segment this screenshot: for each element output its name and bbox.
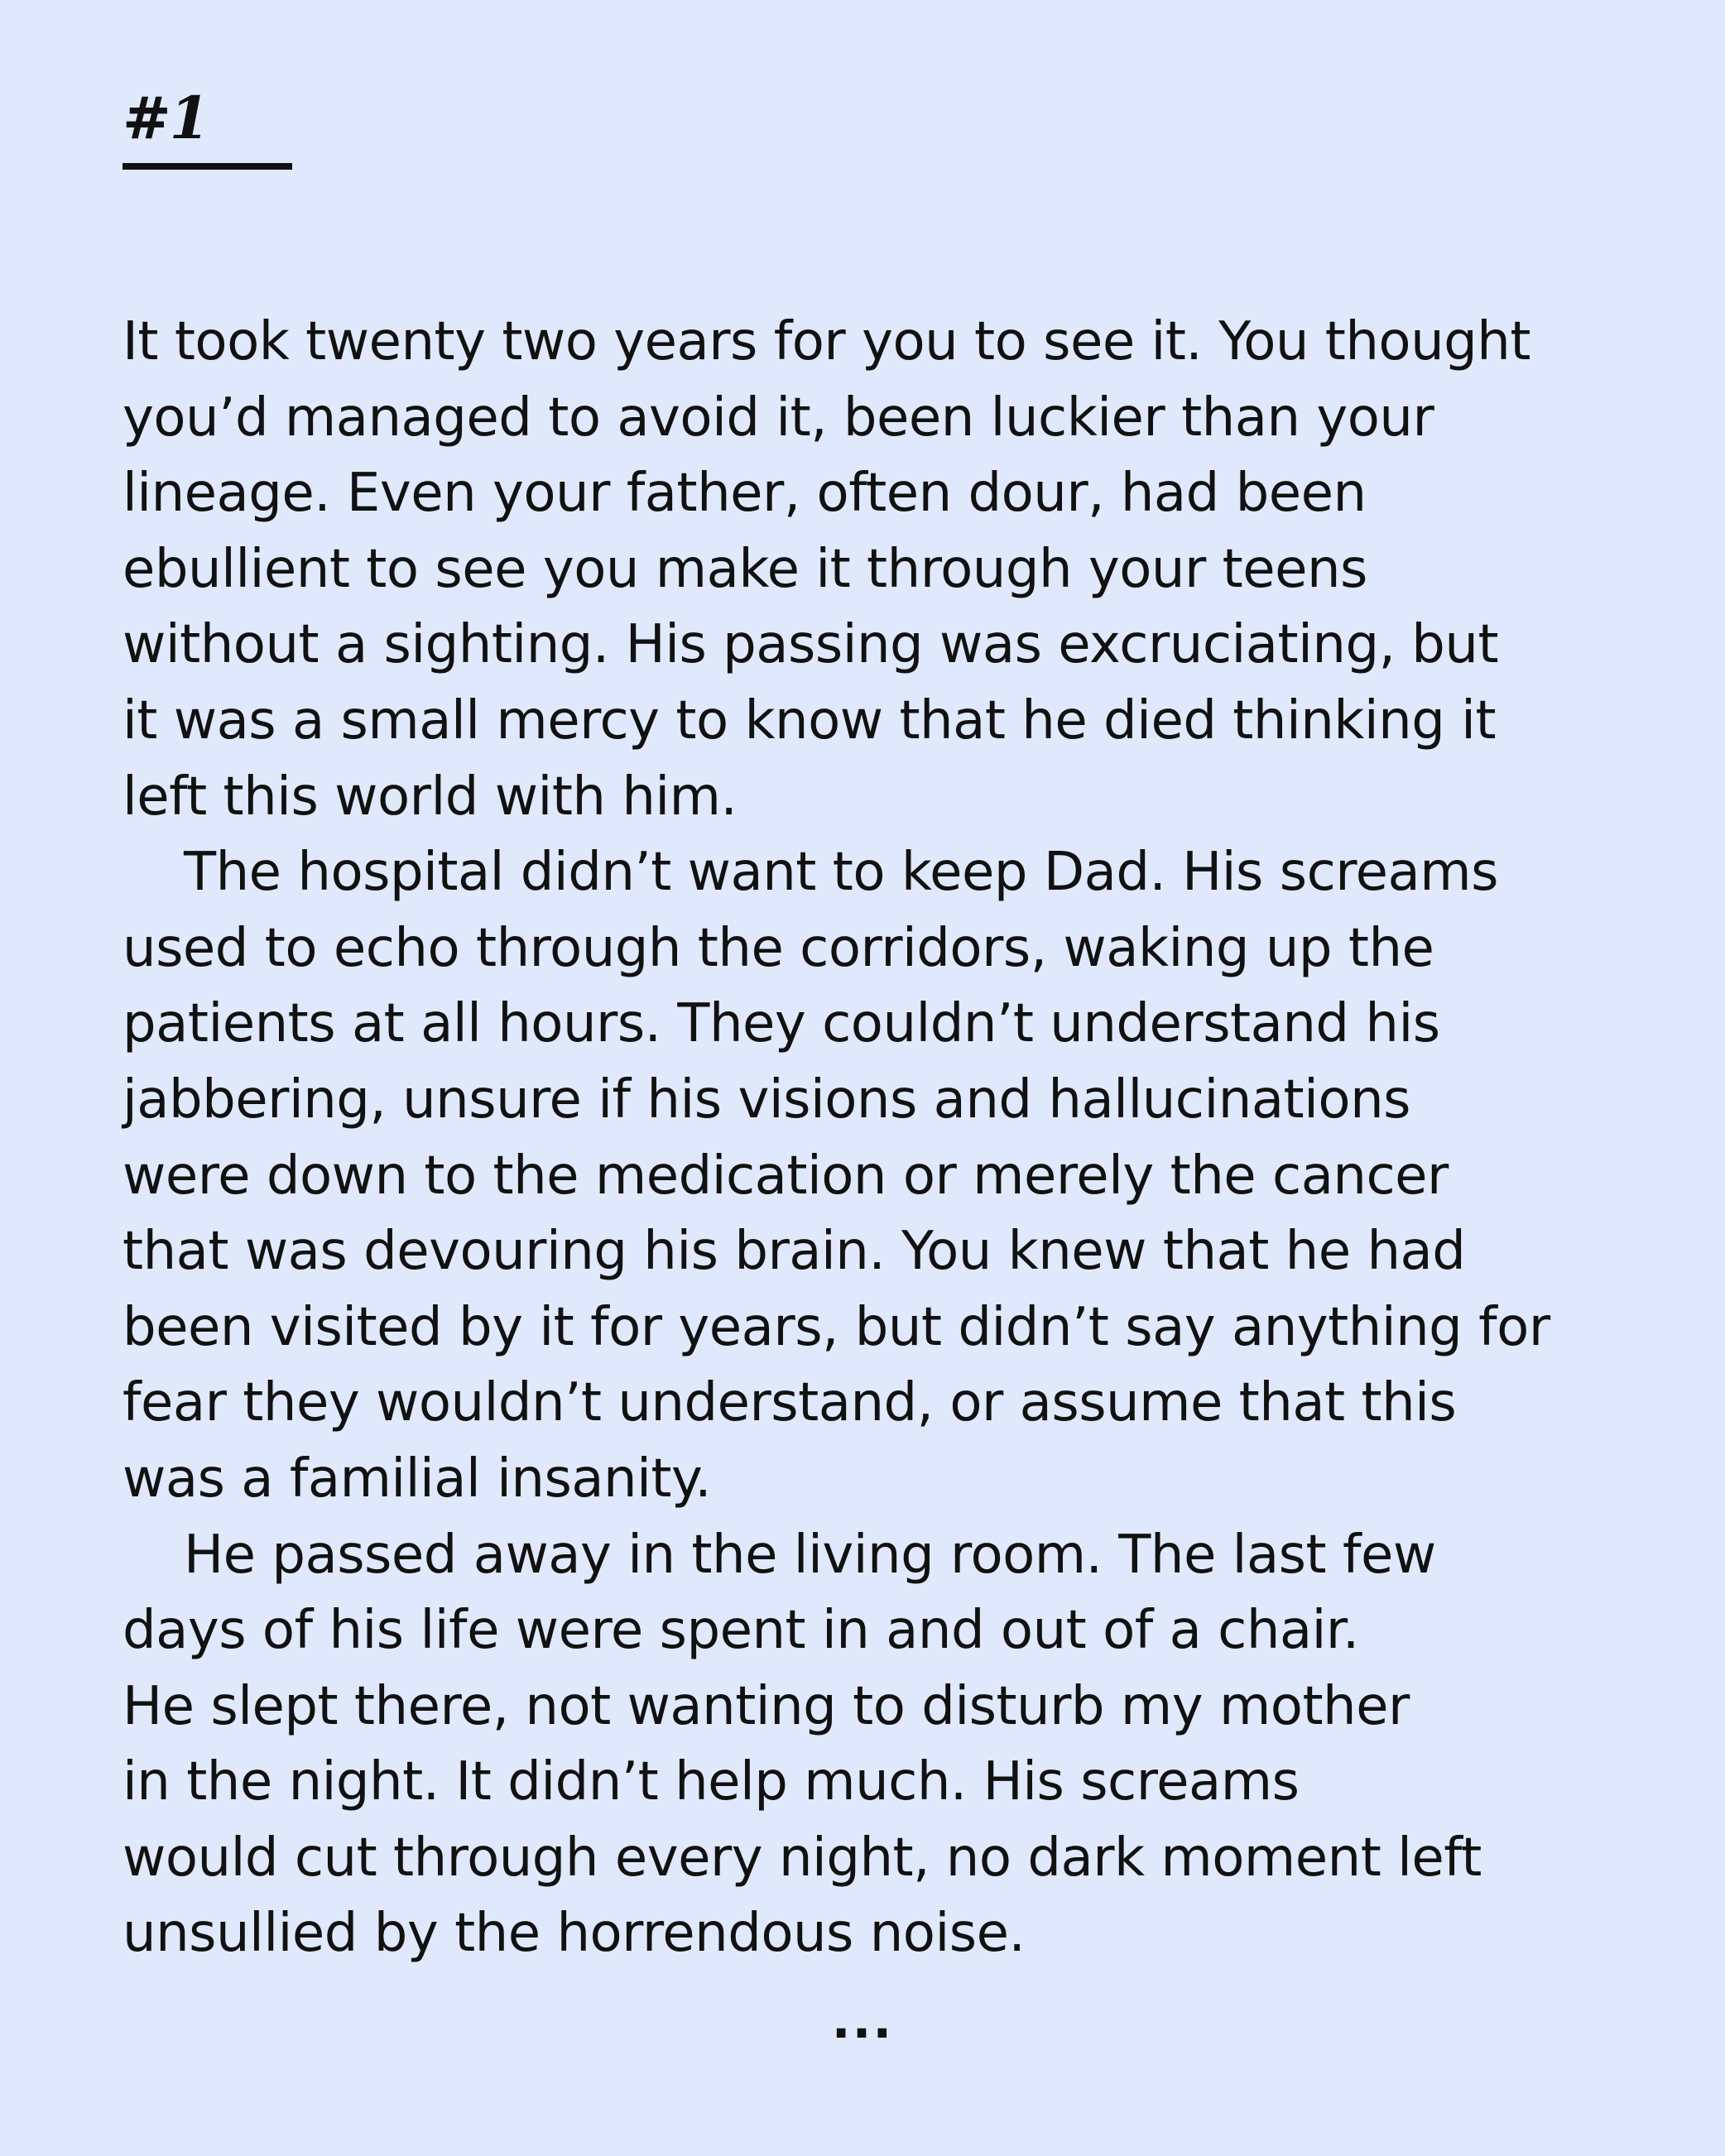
text-line: been visited by it for years, but didn’t… (123, 1296, 1550, 1358)
story-text: It took twenty two years for you to see … (123, 305, 1629, 1972)
text-line: patients at all hours. They couldn’t und… (123, 993, 1440, 1055)
text-line: He slept there, not wanting to disturb m… (123, 1675, 1410, 1737)
text-line: that was devouring his brain. You knew t… (123, 1221, 1466, 1283)
text-line: in the night. It didn’t help much. His s… (123, 1751, 1300, 1813)
paragraph-start-line: He passed away in the living room. The l… (184, 1524, 1436, 1586)
text-line: you’d managed to avoid it, been luckier … (123, 387, 1434, 449)
continuation-ellipsis: ... (831, 1992, 894, 2050)
text-line: days of his life were spent in and out o… (123, 1600, 1359, 1662)
text-line: left this world with him. (123, 766, 738, 828)
text-line: fear they wouldn’t understand, or assume… (123, 1372, 1457, 1434)
text-line: used to echo through the corridors, waki… (123, 917, 1434, 979)
chapter-number: #1 (123, 84, 209, 152)
text-line: It took twenty two years for you to see … (123, 311, 1530, 372)
text-line: was a familial insanity. (123, 1448, 712, 1510)
text-line: it was a small mercy to know that he die… (123, 689, 1497, 751)
text-line: would cut through every night, no dark m… (123, 1827, 1482, 1889)
text-line: jabbering, unsure if his visions and hal… (123, 1068, 1410, 1131)
page: #1 It took twenty two years for you to s… (0, 0, 1725, 2156)
text-line: ebullient to see you make it through you… (123, 538, 1367, 600)
chapter-underline (123, 163, 292, 170)
text-line: without a sighting. His passing was excr… (123, 614, 1499, 676)
text-line: were down to the medication or merely th… (123, 1145, 1449, 1207)
paragraph-start-line: The hospital didn’t want to keep Dad. Hi… (184, 842, 1498, 904)
text-line: unsullied by the horrendous noise. (123, 1903, 1026, 1965)
text-line: lineage. Even your father, often dour, h… (123, 463, 1367, 525)
